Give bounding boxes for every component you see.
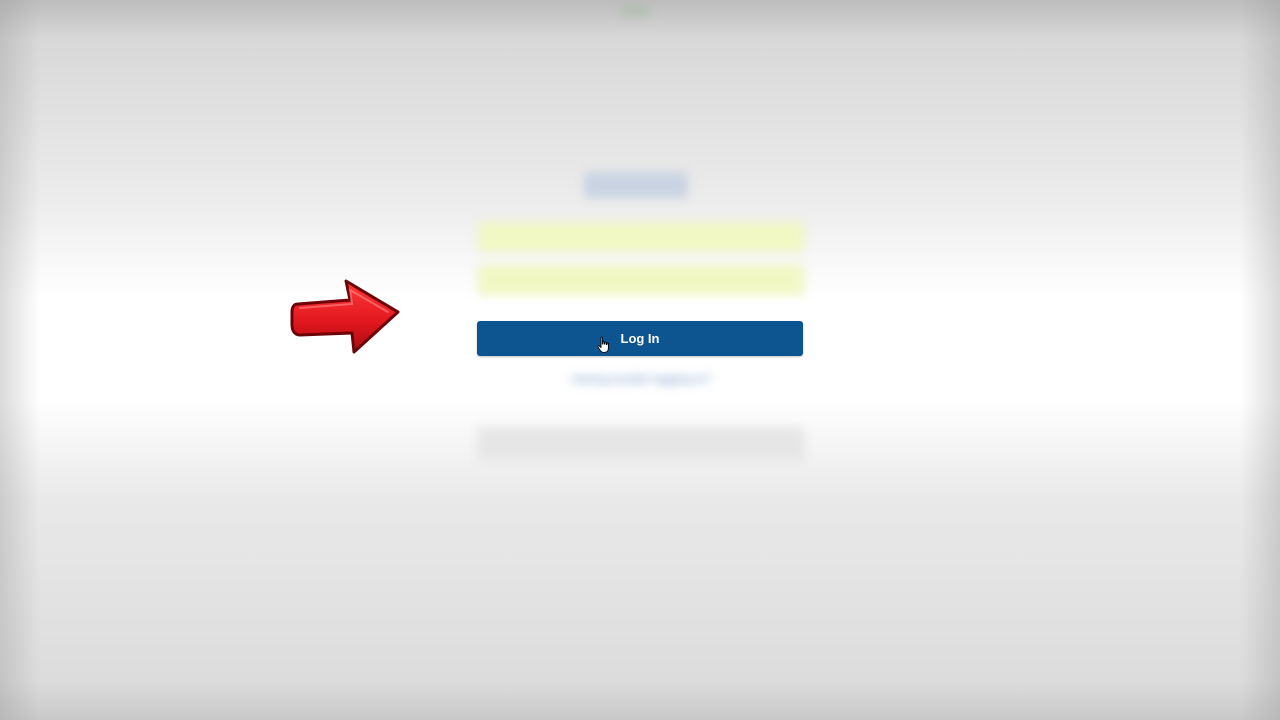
password-field[interactable]	[478, 265, 804, 295]
login-button[interactable]: Log In	[477, 321, 803, 356]
password-input[interactable]	[479, 266, 803, 294]
top-bar	[0, 0, 1280, 40]
username-input[interactable]	[479, 223, 803, 251]
login-button-label: Log In	[620, 331, 660, 346]
username-field[interactable]	[478, 222, 804, 252]
secondary-button[interactable]	[478, 428, 804, 460]
trouble-logging-in-link[interactable]: Having trouble logging in?	[478, 372, 804, 386]
vignette-overlay	[0, 0, 1280, 720]
screen: Log In Having trouble logging in?	[0, 0, 1280, 720]
site-logo	[584, 172, 688, 198]
hand-cursor-icon	[597, 336, 609, 353]
red-arrow-icon	[290, 279, 400, 354]
top-indicator	[620, 6, 650, 16]
